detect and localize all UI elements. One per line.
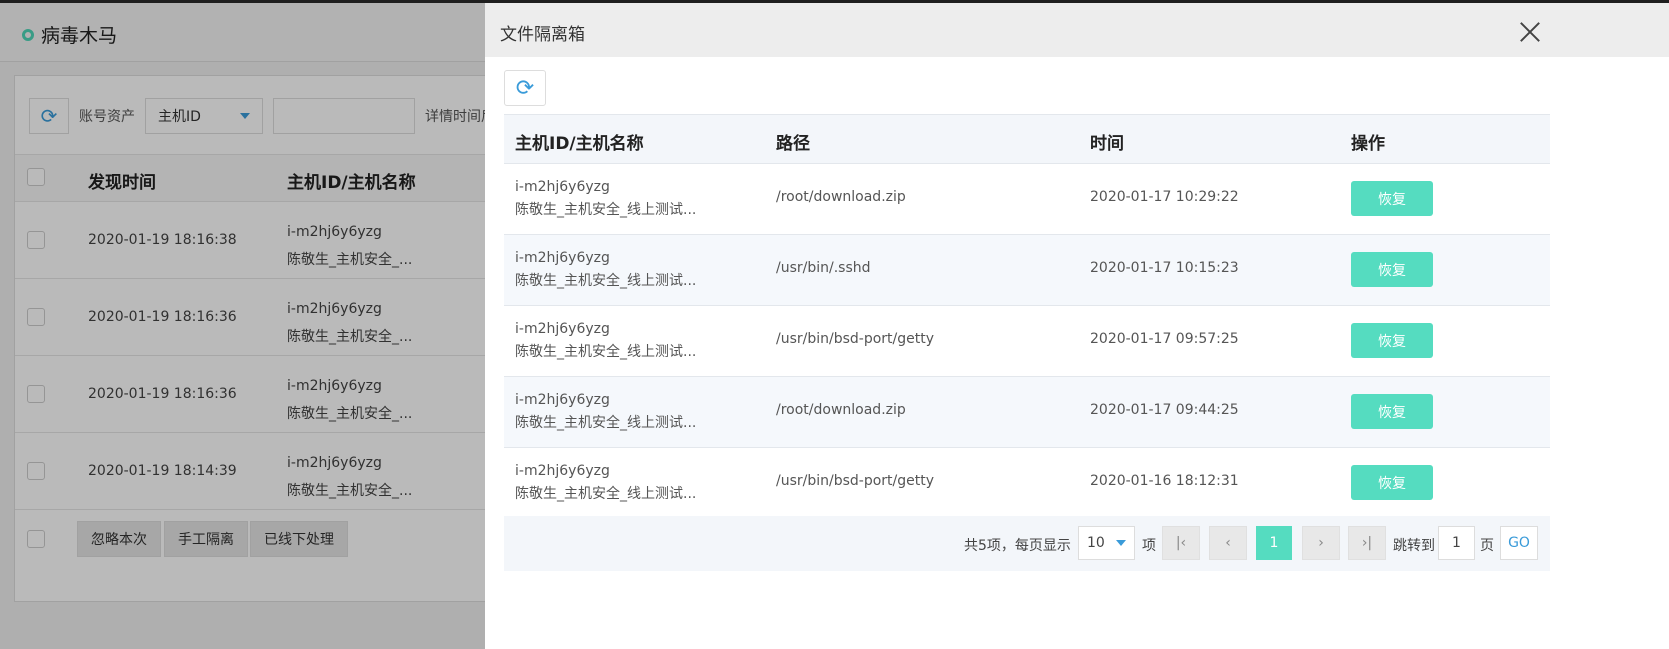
table-row: i-m2hj6y6yzg 陈敬生_主机安全_线上测试... /usr/bin/bs… [504, 306, 1550, 377]
table-row: i-m2hj6y6yzg 陈敬生_主机安全_线上测试... /root/downl… [504, 377, 1550, 448]
pagination-summary: 共5项，每页显示 [964, 538, 1071, 554]
drawer-title: 文件隔离箱 [500, 25, 585, 45]
quarantine-table: 主机ID/主机名称 路径 时间 操作 i-m2hj6y6yzg 陈敬生_主机安全_… [504, 114, 1550, 519]
close-icon[interactable] [1519, 21, 1541, 43]
go-button[interactable]: GO [1500, 526, 1538, 560]
refresh-button[interactable]: ⟳ [504, 70, 546, 106]
jump-page-input[interactable]: 1 [1438, 526, 1475, 560]
chevron-left-icon: ‹ [1225, 535, 1231, 551]
pagination: 共5项，每页显示 10 项 |‹ ‹ 1 › ›| 跳转到 1 页 GO [504, 516, 1550, 571]
row-host-name: 陈敬生_主机安全_线上测试... [515, 415, 697, 431]
header-time: 时间 [1090, 134, 1124, 154]
refresh-icon: ⟳ [515, 75, 535, 101]
next-page-button[interactable]: › [1302, 526, 1340, 560]
table-row: i-m2hj6y6yzg 陈敬生_主机安全_线上测试... /root/downl… [504, 164, 1550, 235]
first-page-icon: |‹ [1175, 535, 1187, 551]
row-host-id: i-m2hj6y6yzg [515, 179, 610, 195]
restore-button[interactable]: 恢复 [1351, 252, 1433, 287]
row-time: 2020-01-17 09:57:25 [1090, 331, 1239, 347]
jump-label: 跳转到 [1393, 538, 1435, 554]
row-path: /usr/bin/bsd-port/getty [776, 473, 935, 489]
row-host-name: 陈敬生_主机安全_线上测试... [515, 344, 697, 360]
row-host-id: i-m2hj6y6yzg [515, 250, 610, 266]
restore-button[interactable]: 恢复 [1351, 323, 1433, 358]
row-time: 2020-01-16 18:12:31 [1090, 473, 1239, 489]
first-page-button[interactable]: |‹ [1162, 526, 1200, 560]
page-number-current[interactable]: 1 [1256, 526, 1292, 560]
row-path: /usr/bin/.sshd [776, 260, 871, 276]
restore-button[interactable]: 恢复 [1351, 181, 1433, 216]
last-page-button[interactable]: ›| [1348, 526, 1386, 560]
page-size-value: 10 [1087, 535, 1105, 551]
drawer-header: 文件隔离箱 [485, 3, 1669, 57]
table-header: 主机ID/主机名称 路径 时间 操作 [504, 114, 1550, 164]
row-path: /root/download.zip [776, 189, 906, 205]
page-size-unit: 项 [1142, 538, 1156, 554]
row-host-name: 陈敬生_主机安全_线上测试... [515, 486, 697, 502]
header-path: 路径 [776, 134, 810, 154]
row-time: 2020-01-17 10:15:23 [1090, 260, 1239, 276]
row-host-name: 陈敬生_主机安全_线上测试... [515, 202, 697, 218]
row-host-id: i-m2hj6y6yzg [515, 321, 610, 337]
last-page-icon: ›| [1361, 535, 1373, 551]
chevron-right-icon: › [1318, 535, 1324, 551]
row-path: /usr/bin/bsd-port/getty [776, 331, 935, 347]
row-host-id: i-m2hj6y6yzg [515, 463, 610, 479]
restore-button[interactable]: 恢复 [1351, 465, 1433, 500]
header-action: 操作 [1351, 134, 1385, 154]
row-host-id: i-m2hj6y6yzg [515, 392, 610, 408]
table-row: i-m2hj6y6yzg 陈敬生_主机安全_线上测试... /usr/bin/bs… [504, 448, 1550, 519]
file-quarantine-drawer: 文件隔离箱 ⟳ 主机ID/主机名称 路径 时间 操作 i-m2hj6y6yzg 陈… [485, 3, 1669, 649]
row-time: 2020-01-17 09:44:25 [1090, 402, 1239, 418]
restore-button[interactable]: 恢复 [1351, 394, 1433, 429]
caret-down-icon [1116, 540, 1126, 546]
row-time: 2020-01-17 10:29:22 [1090, 189, 1239, 205]
row-host-name: 陈敬生_主机安全_线上测试... [515, 273, 697, 289]
row-path: /root/download.zip [776, 402, 906, 418]
prev-page-button[interactable]: ‹ [1209, 526, 1247, 560]
header-host: 主机ID/主机名称 [515, 134, 644, 154]
page-size-select[interactable]: 10 [1078, 526, 1135, 560]
page-unit: 页 [1480, 538, 1494, 554]
table-row: i-m2hj6y6yzg 陈敬生_主机安全_线上测试... /usr/bin/.s… [504, 235, 1550, 306]
